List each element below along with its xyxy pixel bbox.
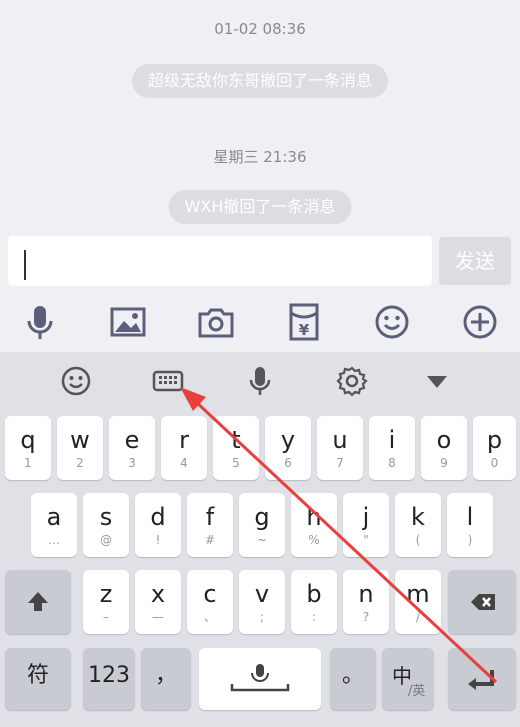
key-a[interactable]: a…	[31, 493, 77, 557]
key-t[interactable]: t5	[213, 416, 259, 480]
key-o[interactable]: o9	[421, 416, 467, 480]
enter-icon	[468, 670, 494, 690]
shift-icon	[28, 592, 48, 611]
key-p[interactable]: p0	[473, 416, 516, 480]
svg-text:¥: ¥	[299, 321, 310, 339]
key-v[interactable]: v;	[239, 570, 285, 634]
recall-notice: 超级无敌你东哥撤回了一条消息	[131, 64, 389, 98]
key-b[interactable]: b:	[291, 570, 337, 634]
period-key[interactable]: 。	[330, 648, 376, 710]
space-microphone-icon	[230, 664, 290, 692]
key-h[interactable]: h%	[291, 493, 337, 557]
key-j[interactable]: j "	[343, 493, 389, 557]
key-r[interactable]: r4	[161, 416, 207, 480]
microphone-icon[interactable]	[243, 364, 277, 398]
language-sub: /英	[408, 684, 426, 699]
chat-area: 01-02 08:36 超级无敌你东哥撤回了一条消息 星期三 21:36 WXH…	[0, 0, 520, 232]
timestamp: 星期三 21:36	[213, 148, 307, 166]
key-y[interactable]: y6	[265, 416, 311, 480]
camera-icon[interactable]	[196, 302, 236, 342]
enter-key[interactable]	[448, 648, 516, 710]
plus-icon[interactable]	[460, 302, 500, 342]
backspace-key[interactable]	[448, 570, 516, 634]
key-c[interactable]: c、	[187, 570, 233, 634]
key-i[interactable]: i8	[369, 416, 415, 480]
red-packet-icon[interactable]: ¥	[284, 302, 324, 342]
recall-notice: WXH撤回了一条消息	[168, 190, 352, 224]
chat-toolbar: ¥	[0, 290, 520, 352]
key-f[interactable]: f #	[187, 493, 233, 557]
language-switch-key[interactable]: 中 /英	[382, 648, 434, 710]
comma-key[interactable]: ，	[141, 648, 191, 710]
key-m[interactable]: m /	[395, 570, 441, 634]
message-input-bar: 发送	[0, 232, 520, 290]
key-k[interactable]: k(	[395, 493, 441, 557]
image-icon[interactable]	[108, 302, 148, 342]
key-s[interactable]: s @	[83, 493, 129, 557]
symbols-key[interactable]: 符	[5, 648, 71, 710]
key-u[interactable]: u7	[317, 416, 363, 480]
key-g[interactable]: g ~	[239, 493, 285, 557]
key-w[interactable]: w2	[57, 416, 103, 480]
key-z[interactable]: z –	[83, 570, 129, 634]
space-key[interactable]	[199, 648, 321, 710]
text-cursor	[24, 250, 26, 280]
keyboard-toolbar	[0, 352, 520, 410]
emoji-icon[interactable]	[59, 364, 93, 398]
send-button[interactable]: 发送	[439, 237, 511, 285]
key-e[interactable]: e3	[109, 416, 155, 480]
collapse-icon[interactable]	[420, 364, 454, 398]
timestamp: 01-02 08:36	[214, 20, 306, 38]
key-d[interactable]: d!	[135, 493, 181, 557]
keyboard-icon[interactable]	[151, 364, 185, 398]
settings-icon[interactable]	[335, 364, 369, 398]
key-l[interactable]: l)	[447, 493, 493, 557]
key-q[interactable]: q1	[5, 416, 51, 480]
backspace-icon	[471, 594, 495, 610]
microphone-icon[interactable]	[20, 302, 60, 342]
soft-keyboard: q1 w2 e3 r4 t5 y6 u7 i8 o9 p0 a… s @ d! f…	[0, 352, 520, 727]
key-n[interactable]: n?	[343, 570, 389, 634]
message-input[interactable]	[8, 236, 432, 286]
numbers-key[interactable]: 123	[83, 648, 135, 710]
key-x[interactable]: x —	[135, 570, 181, 634]
emoji-icon[interactable]	[372, 302, 412, 342]
shift-key[interactable]	[5, 570, 71, 634]
